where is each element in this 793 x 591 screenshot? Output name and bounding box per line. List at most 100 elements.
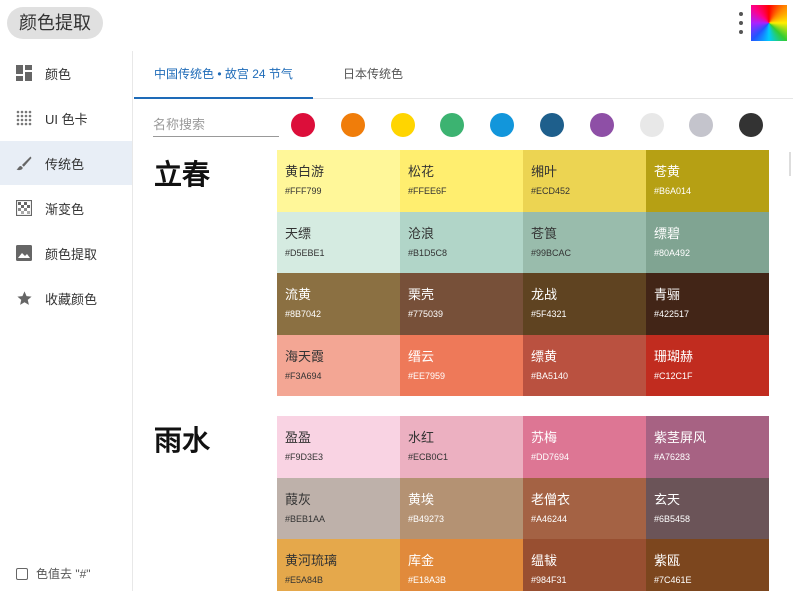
color-name: 苍筤 [531, 225, 558, 241]
color-card[interactable]: 缥碧 #80A492 [646, 211, 769, 273]
color-card[interactable]: 天缥 #D5EBE1 [277, 211, 400, 273]
more-vert-icon[interactable] [734, 10, 748, 36]
color-name: 青骊 [654, 287, 681, 302]
color-card[interactable]: 水红 #ECB0C1 [400, 416, 523, 478]
sidebar-item-traditional[interactable]: 传统色 [0, 141, 132, 185]
sidebar-item-ui-palette[interactable]: UI 色卡 [0, 96, 132, 140]
color-card[interactable]: 珊瑚赫 #C12C1F [646, 334, 769, 396]
sidebar-item-extract[interactable]: 颜色提取 [0, 231, 132, 275]
color-card[interactable]: 栗壳 #775039 [400, 273, 523, 335]
color-hex: #B1D5C8 [408, 247, 448, 258]
color-filter-swatch[interactable] [689, 113, 714, 137]
color-hex: #B6A014 [654, 186, 692, 196]
tab-japanese-traditional[interactable]: 日本传统色 [313, 51, 433, 99]
color-filter-swatch[interactable] [440, 113, 465, 137]
sidebar-item-label: UI 色卡 [45, 111, 88, 127]
color-card[interactable]: 苏梅 #DD7694 [523, 416, 646, 478]
color-card[interactable]: 苍黄 #B6A014 [646, 150, 769, 212]
sidebar-item-label: 传统色 [45, 156, 85, 172]
color-card[interactable]: 海天霞 #F3A694 [277, 334, 400, 396]
color-name: 缙云 [408, 348, 435, 364]
color-name: 栗壳 [408, 287, 435, 302]
color-hex: #F9D3E3 [285, 452, 324, 462]
color-name: 龙战 [531, 287, 558, 302]
sidebar-item-color[interactable]: 颜色 [0, 51, 132, 95]
sidebar: 颜色 UI 色卡 传统色 渐变色 颜色提取 收藏颜色 [0, 51, 133, 591]
color-hex: #E18A3B [408, 575, 447, 585]
color-hex: #FFF799 [285, 186, 322, 196]
strip-hash-checkbox[interactable] [16, 567, 28, 580]
color-filter-swatch[interactable] [540, 113, 564, 137]
sidebar-item-gradient[interactable]: 渐变色 [0, 186, 132, 230]
color-hex: #C12C1F [654, 370, 693, 381]
color-filter-swatch[interactable] [739, 113, 764, 137]
color-hex: #ECB0C1 [408, 452, 449, 462]
color-card[interactable]: 龙战 #5F4321 [523, 273, 646, 335]
color-grid: 黄白游 #FFF799 松花 #FFEE6F 缃叶 #ECD452 苍黄 #B6A014 天缥 #… [277, 150, 769, 396]
color-name: 苏梅 [531, 430, 558, 445]
color-hex: #D5EBE1 [285, 247, 325, 258]
color-hex: #F3A694 [285, 370, 322, 381]
search-input[interactable] [153, 113, 279, 137]
section-title: 雨水 [154, 424, 211, 457]
section-title: 立春 [154, 158, 211, 191]
color-filter-swatch[interactable] [589, 113, 614, 137]
strip-hash-option[interactable]: 色值去 "#" [16, 565, 91, 582]
sidebar-item-favorites[interactable]: 收藏颜色 [0, 276, 132, 320]
color-filter-swatch[interactable] [291, 113, 315, 137]
color-hex: #FFEE6F [408, 186, 447, 196]
color-card[interactable]: 松花 #FFEE6F [400, 150, 523, 212]
color-card[interactable]: 缃叶 #ECD452 [523, 150, 646, 212]
sidebar-item-label: 颜色提取 [45, 246, 98, 262]
color-hex: #EE7959 [408, 370, 446, 381]
color-card[interactable]: 紫瓯 #7C461E [646, 539, 769, 591]
app-title[interactable]: 颜色提取 [7, 7, 103, 39]
color-card[interactable]: 流黄 #8B7042 [277, 273, 400, 335]
color-card[interactable]: 苍筤 #99BCAC [523, 211, 646, 273]
color-filter-swatch[interactable] [639, 113, 664, 137]
color-card[interactable]: 紫茎屏风 #A76283 [646, 416, 769, 478]
color-hex: #99BCAC [531, 247, 572, 258]
tab-chinese-traditional[interactable]: 中国传统色 • 故宫 24 节气 [134, 51, 313, 99]
color-name: 黄白游 [285, 164, 325, 179]
color-card[interactable]: 黄白游 #FFF799 [277, 150, 400, 212]
color-hex: #80A492 [654, 247, 691, 258]
color-name: 天缥 [285, 225, 312, 241]
color-name: 库金 [408, 553, 435, 568]
color-name: 葭灰 [285, 491, 312, 507]
color-name: 海天霞 [285, 348, 325, 364]
color-card[interactable]: 库金 #E18A3B [400, 539, 523, 591]
color-name: 苍黄 [654, 164, 681, 179]
tab-bar: 中国传统色 • 故宫 24 节气 日本传统色 [134, 51, 793, 99]
color-card[interactable]: 葭灰 #BEB1AA [277, 477, 400, 539]
color-filter-swatch[interactable] [340, 113, 365, 137]
color-wheel-avatar[interactable] [751, 5, 787, 41]
color-filter-swatch[interactable] [490, 113, 515, 137]
color-hex: #8B7042 [285, 309, 322, 319]
color-card[interactable]: 青骊 #422517 [646, 273, 769, 335]
dot-grid-icon [15, 109, 33, 127]
sidebar-item-label: 渐变色 [45, 201, 85, 217]
color-card[interactable]: 缙云 #EE7959 [400, 334, 523, 396]
color-name: 老僧衣 [531, 491, 571, 507]
color-name: 珊瑚赫 [654, 348, 694, 364]
sidebar-item-label: 收藏颜色 [45, 291, 98, 307]
color-card[interactable]: 玄天 #6B5458 [646, 477, 769, 539]
color-card[interactable]: 缊韨 #984F31 [523, 539, 646, 591]
color-name: 黄河琉璃 [285, 553, 338, 568]
color-card[interactable]: 盈盈 #F9D3E3 [277, 416, 400, 478]
color-card[interactable]: 老僧衣 #A46244 [523, 477, 646, 539]
sidebar-item-label: 颜色 [45, 66, 72, 82]
color-card[interactable]: 缥黄 #BA5140 [523, 334, 646, 396]
brush-icon [15, 154, 33, 172]
color-card[interactable]: 黄河琉璃 #E5A84B [277, 539, 400, 591]
color-card[interactable]: 黄埃 #B49273 [400, 477, 523, 539]
scrollbar[interactable] [789, 152, 791, 176]
color-grid: 盈盈 #F9D3E3 水红 #ECB0C1 苏梅 #DD7694 紫茎屏风 #A76283 葭灰… [277, 416, 769, 591]
color-name: 紫茎屏风 [654, 430, 707, 445]
color-filter-swatch[interactable] [390, 113, 415, 137]
top-bar: 颜色提取 [0, 0, 793, 46]
color-hex: #775039 [408, 309, 444, 319]
color-hex: #5F4321 [531, 309, 567, 319]
color-card[interactable]: 沧浪 #B1D5C8 [400, 211, 523, 273]
